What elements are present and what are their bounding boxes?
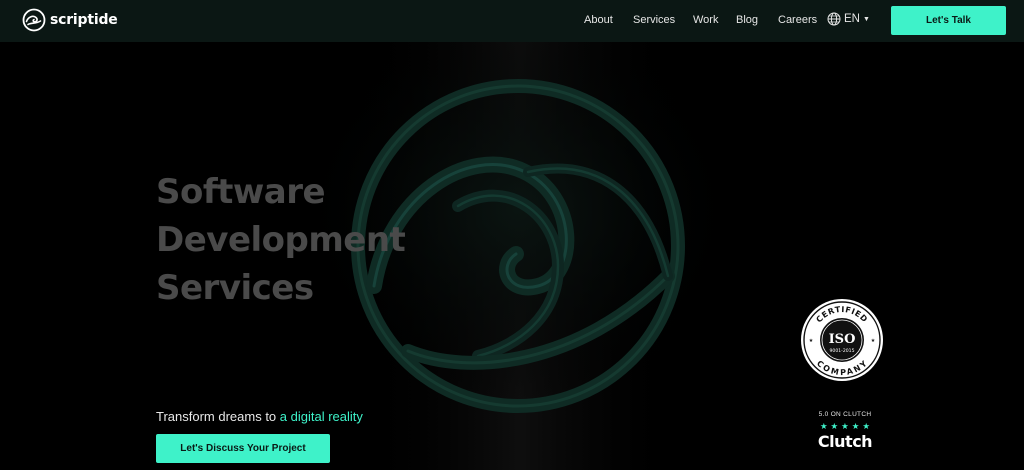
nav-link-blog[interactable]: Blog <box>736 14 758 26</box>
brand-name: scriptide <box>50 12 118 28</box>
clutch-logo: Clutch <box>817 432 873 451</box>
hero-section: Software Development Services Transform … <box>0 42 1024 470</box>
hero-title: Software Development Services <box>156 168 406 312</box>
language-selector[interactable]: EN ▼ <box>827 12 870 26</box>
clutch-stars: ★★★★★ <box>819 421 874 431</box>
globe-icon <box>827 12 841 26</box>
iso-sub-text: 9001-2015 <box>829 348 854 354</box>
hero-title-line-1: Software <box>156 172 326 212</box>
hero-title-line-2: Development <box>156 220 406 260</box>
top-nav: scriptide About Services Work Blog Caree… <box>0 0 1024 42</box>
clutch-rating-widget[interactable]: 5.0 ON CLUTCH ★★★★★ Clutch <box>812 411 878 451</box>
nav-link-services[interactable]: Services <box>633 14 675 26</box>
clutch-rating-text: 5.0 ON CLUTCH <box>818 411 872 418</box>
wave-circle-icon <box>22 8 46 32</box>
tagline-accent: a digital reality <box>279 409 363 424</box>
language-label: EN <box>844 13 860 25</box>
iso-main-text: ISO <box>829 332 856 347</box>
discuss-project-button[interactable]: Let's Discuss Your Project <box>156 434 330 463</box>
caret-down-icon: ▼ <box>862 16 870 23</box>
hero-title-line-3: Services <box>156 268 314 308</box>
lets-talk-button[interactable]: Let's Talk <box>891 6 1006 35</box>
iso-star-left: ★ <box>809 338 814 344</box>
iso-certified-badge: CERTIFIED COMPANY ISO 9001-2015 ★ ★ <box>801 299 883 381</box>
iso-star-right: ★ <box>871 338 876 344</box>
nav-link-careers[interactable]: Careers <box>778 14 817 26</box>
tagline-prefix: Transform dreams to <box>156 409 277 424</box>
hero-tagline: Transform dreams to a digital reality <box>156 409 363 424</box>
brand-logo-link[interactable]: scriptide <box>22 8 118 32</box>
nav-link-work[interactable]: Work <box>693 14 718 26</box>
nav-link-about[interactable]: About <box>584 14 613 26</box>
